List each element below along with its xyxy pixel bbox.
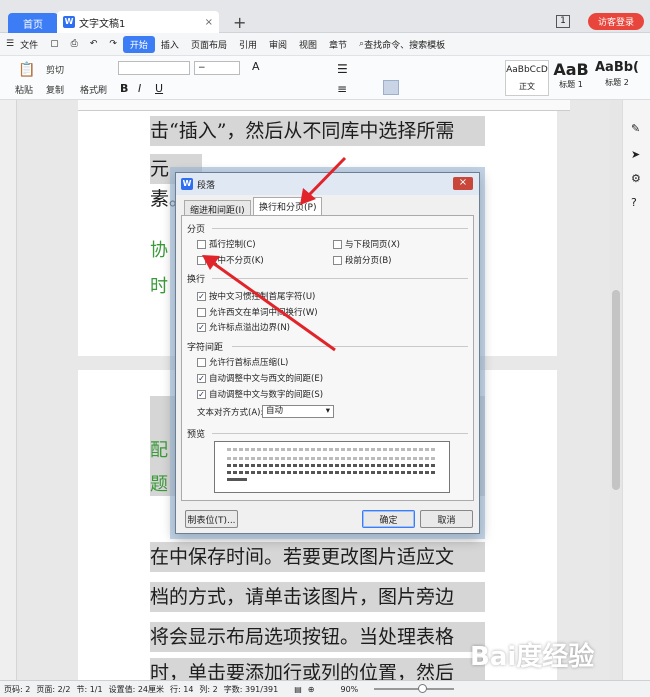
zoom-slider[interactable] — [374, 684, 455, 693]
arrow-to-tab — [300, 156, 347, 205]
annotation-arrows — [202, 156, 347, 352]
watermark: Bai度经验 — [470, 642, 595, 672]
status-col: 列: 2 — [199, 684, 218, 694]
status-row: 行: 14 — [170, 684, 194, 694]
arrow-to-checkbox — [202, 255, 336, 352]
web-icon[interactable]: ⊕ — [308, 685, 315, 694]
status-setting: 设置值: 24厘米 — [108, 684, 164, 694]
view-icon[interactable]: ▤ — [294, 685, 302, 694]
status-bar: 页码: 2 页面: 2/2 节: 1/1 设置值: 24厘米 行: 14 列: … — [0, 680, 650, 697]
zoom-level[interactable]: 90% — [341, 685, 359, 694]
status-words[interactable]: 字数: 391/391 — [224, 684, 278, 695]
status-pages: 页面: 2/2 — [36, 684, 71, 694]
status-page-number[interactable]: 页码: 2 — [4, 684, 30, 695]
zoom-slider-handle[interactable] — [418, 684, 428, 693]
status-section: 节: 1/1 — [76, 684, 103, 694]
